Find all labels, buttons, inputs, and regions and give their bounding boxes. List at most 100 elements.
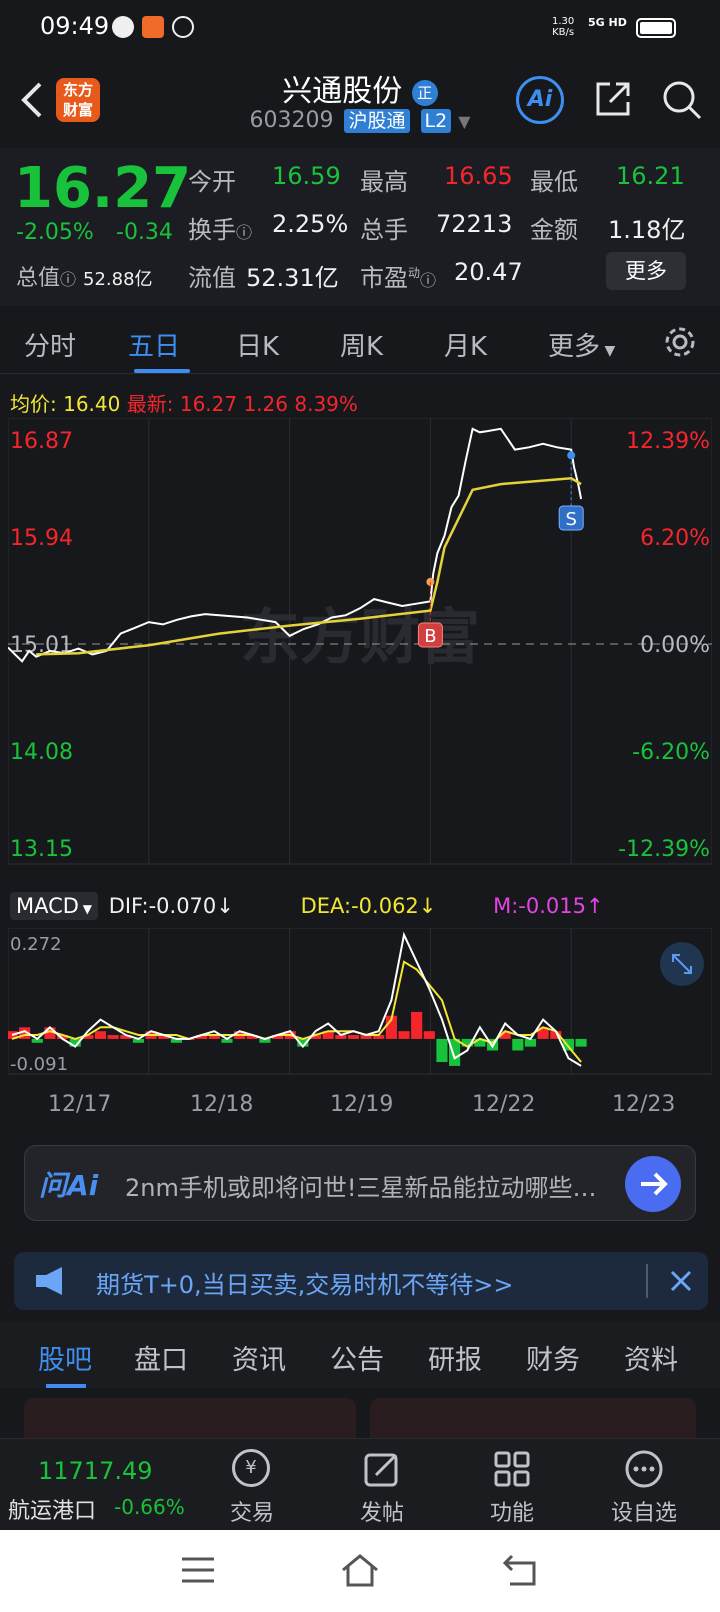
m-value: -0.015: [518, 894, 586, 918]
five-day-chart[interactable]: 东方财富16.8715.9415.0114.0813.1512.39%6.20%…: [8, 418, 712, 888]
ai-send-button[interactable]: [625, 1156, 681, 1212]
tab-order-book[interactable]: 盘口: [134, 1338, 188, 1377]
avg-value: 16.40: [63, 392, 121, 416]
macd-bar: [423, 1031, 435, 1039]
ai-question-bar[interactable]: 问Ai 2nm手机或即将问世!三星新品能拉动哪些产业链?: [24, 1145, 696, 1221]
arrow-up-icon: ↑: [586, 894, 604, 918]
tab-profile[interactable]: 资料: [624, 1338, 678, 1377]
status-bar: 09:49 1.30 KB/s 5G HD: [0, 0, 720, 58]
tab-news[interactable]: 资讯: [232, 1338, 286, 1377]
sector-index[interactable]: 11717.49 航运港口 -0.66%: [0, 1439, 190, 1531]
pe-value: 20.47: [454, 258, 523, 286]
arrow-down-icon: ↓: [216, 894, 234, 918]
trade-button[interactable]: ¥ 交易: [192, 1439, 312, 1531]
close-promo-button[interactable]: [664, 1264, 698, 1298]
search-button[interactable]: [660, 78, 704, 122]
home-icon[interactable]: [340, 1552, 380, 1588]
functions-button[interactable]: 功能: [452, 1439, 572, 1531]
float-value: 52.31亿: [246, 264, 339, 292]
index-name: 航运港口: [8, 1499, 97, 1524]
expand-icon: [672, 954, 692, 974]
open-label: 今开: [188, 168, 236, 196]
y-tick-right: -12.39%: [618, 837, 710, 862]
y-tick-right: -6.20%: [632, 740, 710, 765]
ai-button[interactable]: Ai: [516, 76, 564, 124]
bull-bear-card[interactable]: [370, 1398, 696, 1438]
divider: [646, 1264, 648, 1298]
latest-change: 1.26: [243, 392, 288, 416]
status-time: 09:49: [40, 12, 110, 40]
content-tabs: 股吧 盘口 资讯 公告 研报 财务 资料: [0, 1322, 720, 1388]
gear-icon: [665, 327, 695, 357]
tab-monthly-k[interactable]: 月K: [444, 326, 487, 363]
macd-bar: [398, 1031, 410, 1039]
stock-name: 兴通股份: [282, 74, 403, 109]
tab-forum[interactable]: 股吧: [38, 1338, 92, 1377]
latest-pct: 8.39%: [294, 392, 358, 416]
tab-financials[interactable]: 财务: [526, 1338, 580, 1377]
grid-icon: [494, 1451, 530, 1487]
period-tabs: 分时 五日 日K 周K 月K 更多 ▼: [0, 312, 720, 374]
caret-down-icon: ▼: [78, 902, 92, 916]
macd-bar: [94, 1031, 107, 1039]
post-button[interactable]: 发帖: [322, 1439, 442, 1531]
macd-bar: [449, 1038, 461, 1066]
arrow-down-icon: ↓: [418, 894, 437, 918]
tab-underline: [46, 1384, 86, 1388]
y-tick-left: 13.15: [10, 837, 73, 862]
tab-announcements[interactable]: 公告: [330, 1338, 384, 1377]
settings-button[interactable]: [662, 324, 698, 360]
y-tick-left: 16.87: [10, 429, 73, 454]
share-button[interactable]: [592, 78, 634, 120]
info-icon: ⓘ: [60, 270, 77, 289]
latest-value: 16.27: [179, 392, 238, 416]
caret-down-icon: ▼: [600, 343, 616, 359]
y-tick-right: 0.00%: [640, 633, 710, 658]
indicator-selector[interactable]: MACD ▼: [10, 892, 98, 920]
tab-weekly-k[interactable]: 周K: [340, 326, 383, 363]
buy-label: B: [424, 626, 436, 647]
close-icon: [670, 1270, 692, 1292]
volume-value: 72213: [436, 210, 513, 238]
macd-bar: [107, 1035, 119, 1039]
expand-button[interactable]: [660, 942, 704, 986]
macd-bar: [347, 1035, 360, 1039]
app-notification-icon: [142, 16, 164, 38]
more-button[interactable]: 更多: [606, 252, 686, 290]
index-value: 11717.49: [38, 1457, 153, 1485]
avg-price-row: 均价: 16.40 最新: 16.27 1.26 8.39%: [10, 392, 358, 416]
add-watchlist-button[interactable]: 设自选: [584, 1439, 704, 1531]
menu-icon[interactable]: [180, 1554, 216, 1586]
info-icon: ⓘ: [420, 271, 437, 290]
caret-down-icon: ▼: [458, 112, 471, 131]
system-nav-bar: [0, 1530, 720, 1612]
tab-daily-k[interactable]: 日K: [236, 326, 279, 363]
amount-label: 金额: [530, 216, 578, 244]
open-value: 16.59: [272, 162, 341, 190]
date-label: 12/23: [612, 1092, 676, 1117]
edit-icon: [364, 1453, 398, 1487]
stock-header: 东方 财富 兴通股份 正 603209 沪股通 L2 ▼ Ai: [0, 58, 720, 146]
low-value: 16.21: [616, 162, 685, 190]
pe-label: 市盈动ⓘ: [360, 264, 437, 292]
popularity-card[interactable]: [24, 1398, 356, 1438]
megaphone-icon: [36, 1267, 62, 1295]
watermark: 东方财富: [240, 603, 480, 673]
macd-top-tick: 0.272: [10, 934, 62, 955]
connect-tag: 沪股通: [344, 109, 410, 133]
y-tick-right: 6.20%: [640, 526, 710, 551]
more-dots-icon: [625, 1450, 663, 1488]
card-strip: [0, 1398, 720, 1438]
y-tick-right: 12.39%: [626, 429, 710, 454]
tab-more[interactable]: 更多 ▼: [548, 326, 615, 363]
tab-five-day[interactable]: 五日: [128, 326, 180, 363]
macd-bar: [524, 1038, 537, 1047]
promo-banner[interactable]: 期货T+0,当日买卖,交易时机不等待>>: [14, 1252, 708, 1310]
macd-chart[interactable]: 0.272 -0.091: [8, 928, 712, 1083]
net-speed: 1.30 KB/s: [552, 16, 575, 38]
tab-intraday[interactable]: 分时: [24, 326, 76, 363]
high-label: 最高: [360, 168, 408, 196]
back-icon[interactable]: [502, 1552, 538, 1588]
tab-research[interactable]: 研报: [428, 1338, 482, 1377]
y-tick-left: 15.94: [10, 526, 73, 551]
